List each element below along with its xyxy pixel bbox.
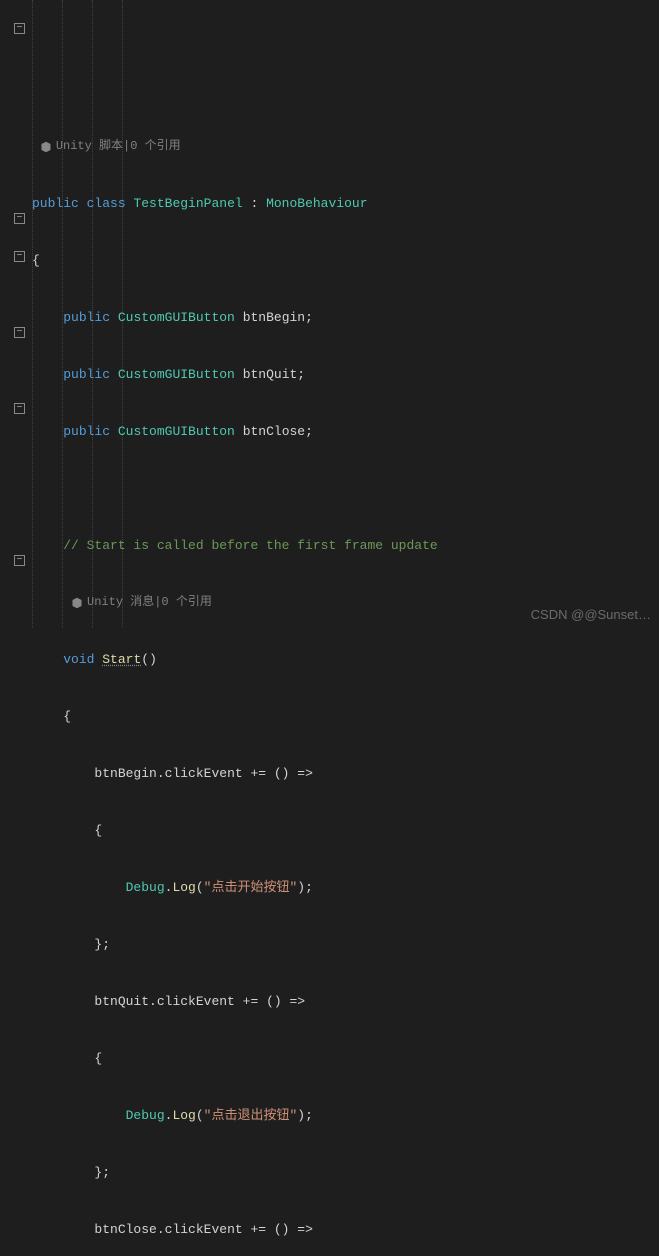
class-name: TestBeginPanel: [133, 196, 242, 211]
keyword-public: public: [32, 196, 79, 211]
codelens-class[interactable]: Unity 脚本|0 个引用: [40, 137, 181, 156]
fold-icon[interactable]: −: [14, 403, 25, 414]
comment: // Start is called before the first fram…: [63, 538, 437, 553]
field-type: CustomGUIButton: [118, 310, 235, 325]
log-method: Log: [172, 880, 195, 895]
keyword-class: class: [87, 196, 126, 211]
fold-icon[interactable]: −: [14, 555, 25, 566]
fold-icon[interactable]: −: [14, 327, 25, 338]
field-btnBegin: btnBegin: [243, 310, 305, 325]
base-class: MonoBehaviour: [266, 196, 367, 211]
field-btnQuit: btnQuit: [243, 367, 298, 382]
fold-icon[interactable]: −: [14, 251, 25, 262]
fold-icon[interactable]: −: [14, 213, 25, 224]
code-area[interactable]: Unity 脚本|0 个引用 public class TestBeginPan…: [28, 0, 659, 628]
field-btnClose: btnClose: [243, 424, 305, 439]
codelens-start[interactable]: Unity 消息|0 个引用: [71, 593, 212, 612]
watermark: CSDN @@Sunset…: [531, 607, 651, 622]
fold-icon[interactable]: −: [14, 23, 25, 34]
string-literal: "点击开始按钮": [204, 880, 298, 895]
brace-open: {: [32, 253, 40, 268]
method-start: Start: [102, 652, 141, 667]
string-literal: "点击退出按钮": [204, 1108, 298, 1123]
code-editor: − − − − − − Unity 脚本|0 个引用 public class …: [0, 0, 659, 628]
gutter: − − − − − −: [0, 0, 28, 628]
keyword-void: void: [63, 652, 94, 667]
unity-icon: [71, 597, 83, 609]
debug-type: Debug: [126, 880, 165, 895]
unity-icon: [40, 141, 52, 153]
